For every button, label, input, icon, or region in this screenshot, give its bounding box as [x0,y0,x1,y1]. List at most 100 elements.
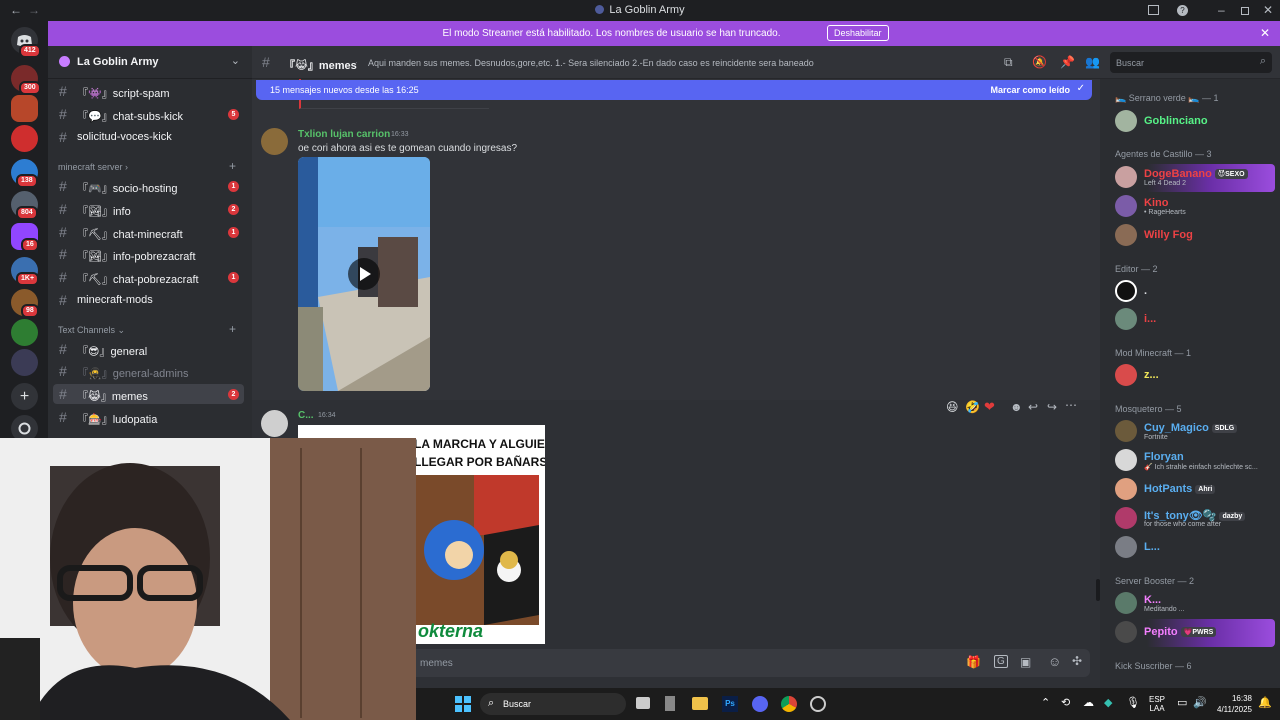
network-icon[interactable]: ▭ [1177,696,1187,709]
add-channel-icon[interactable]: + [229,322,236,336]
new-messages-bar[interactable]: 15 mensajes nuevos desde las 16:25 Marca… [256,80,1092,100]
search-input[interactable]: Buscar ⌕ [1110,52,1272,73]
channel-item[interactable]: # minecraft-mods [53,290,244,310]
file-explorer-icon[interactable] [692,697,708,710]
server-icon[interactable]: 16 [11,223,39,252]
role-header: Agentes de Castillo — 3 [1115,149,1212,159]
reply-icon[interactable]: ↩ [1028,400,1038,414]
server-icon[interactable] [11,95,38,122]
forward-icon[interactable]: ↪ [1047,400,1057,414]
channel-item[interactable]: # 『🎮』socio-hosting 1 [53,176,244,196]
server-icon[interactable]: 1K+ [11,257,40,286]
pinned-messages-icon[interactable]: 📌 [1060,55,1075,69]
member-item[interactable]: HotPants Ahri [1115,476,1275,504]
channel-item[interactable]: # 『😎』general [53,339,244,359]
help-icon[interactable]: ? [1177,5,1188,16]
disable-streamer-button[interactable]: Deshabilitar [827,25,889,41]
task-view-icon[interactable] [636,697,650,709]
close-banner-icon[interactable]: ✕ [1260,26,1270,40]
volume-icon[interactable]: 🔊 [1193,696,1207,709]
category-text-channels[interactable]: Text Channels ⌄ [58,325,125,336]
taskbar-search[interactable]: ⌕ Buscar [480,693,626,715]
member-item[interactable]: Floryan 🎸 Ich strahle einfach schlechte s… [1115,447,1275,475]
member-item[interactable]: DogeBanano 😈SEXO Left 4 Dead 2 [1115,164,1275,192]
gift-icon[interactable]: 🎁 [966,655,981,669]
apps-icon[interactable]: ✣ [1072,654,1082,668]
message-author[interactable]: C... [298,410,314,421]
discord-icon[interactable] [752,696,768,712]
mute-notifications-icon[interactable]: 🔕 [1032,55,1047,69]
channel-item[interactable]: # 『⛏』chat-minecraft 1 [53,222,244,242]
more-options-icon[interactable]: ⋯ [1065,398,1077,412]
reaction-laugh[interactable]: 😆 [946,400,959,414]
channel-item[interactable]: # 『🏞』info-pobrezacraft [53,244,244,264]
maximize-icon[interactable] [1241,7,1249,15]
play-button[interactable] [348,258,380,290]
avatar[interactable] [261,128,288,155]
member-item[interactable]: It's_tony👁🫧 dazby for those who come after [1115,505,1275,533]
chevron-down-icon[interactable]: ⌄ [231,54,240,67]
channel-item[interactable]: # 『💬』chat-subs-kick 5 [53,104,244,124]
language-indicator[interactable]: ESP LAA [1149,695,1165,713]
mark-as-read-button[interactable]: Marcar como leído [990,85,1070,95]
member-item[interactable]: Goblinciano [1115,108,1275,136]
direct-messages-icon[interactable]: 412 [11,27,41,58]
unread-badge: 1 [228,181,239,192]
server-icon[interactable]: 300 [11,65,41,95]
notifications-icon[interactable]: 🔔 [1258,696,1272,709]
channel-item-selected[interactable]: # 『😹』memes 2 [53,384,244,404]
microphone-icon[interactable]: 🎙 [1126,696,1140,709]
minimize-icon[interactable]: – [1218,3,1225,17]
member-item[interactable]: z... [1115,362,1275,390]
channel-item[interactable]: # solicitud-voces-kick [53,127,244,147]
member-item[interactable]: L... [1115,534,1275,562]
message-author[interactable]: Txlion lujan carrion [298,129,390,140]
reaction-rofl[interactable]: 🤣 [965,400,980,414]
member-item[interactable]: Cuy_Magico SDLG Fortnite [1115,418,1275,446]
server-icon[interactable] [11,125,38,152]
member-item[interactable]: . [1115,278,1275,306]
close-icon[interactable]: ✕ [1263,3,1273,17]
sticker-icon[interactable]: ▣ [1020,655,1031,669]
threads-icon[interactable]: ⧉ [1004,55,1013,70]
add-reaction-icon[interactable]: ☻ [1010,400,1023,414]
guild-header[interactable]: La Goblin Army ⌄ [48,46,252,79]
member-list-icon[interactable]: 👥 [1085,55,1100,69]
app-icon[interactable] [810,696,826,712]
windows-start-icon[interactable] [455,696,471,712]
member-item[interactable]: i... [1115,306,1275,334]
app-icon[interactable] [665,696,675,711]
gif-icon[interactable]: G [994,655,1008,668]
photoshop-icon[interactable]: Ps [722,696,738,712]
member-item[interactable]: Kino • RageHearts [1115,193,1275,221]
server-icon[interactable]: 804 [11,191,38,220]
category-minecraft[interactable]: minecraft server › [58,162,128,172]
message-composer[interactable]: memes 🎁 G ▣ ☺ ✣ [404,649,1090,677]
member-item[interactable]: K... Meditando ... [1115,590,1275,618]
video-attachment[interactable] [298,157,430,391]
reaction-heart[interactable]: ❤ [984,399,995,415]
tray-app-icon[interactable]: ⟲ [1061,696,1070,709]
channel-item[interactable]: # 『🏞』info 2 [53,199,244,219]
emoji-icon[interactable]: ☺ [1048,654,1061,669]
channel-item[interactable]: # 『🥷』general-admins [53,361,244,381]
add-channel-icon[interactable]: + [229,159,236,173]
tray-app-icon[interactable]: ◆ [1104,696,1112,709]
channel-item[interactable]: # 『⛏』chat-pobrezacraft 1 [53,267,244,287]
add-server-icon[interactable]: + [11,383,38,410]
member-item[interactable]: Pepito 💗PWRS [1115,619,1275,647]
avatar[interactable] [261,410,288,437]
server-icon[interactable]: 138 [11,159,38,188]
channel-topic[interactable]: Aqui manden sus memes. Desnudos,gore,etc… [368,58,814,68]
member-item[interactable]: Willy Fog [1115,222,1275,250]
channel-item[interactable]: # 『🎰』ludopatia [53,407,244,427]
onedrive-icon[interactable]: ☁ [1083,696,1094,709]
clock[interactable]: 16:38 4/11/2025 [1214,693,1252,715]
inbox-icon[interactable] [1148,5,1159,15]
server-icon[interactable] [11,319,38,346]
chrome-icon[interactable] [781,696,797,712]
server-icon[interactable] [11,349,38,376]
channel-item[interactable]: # 『👾』script-spam [53,81,244,101]
server-icon[interactable]: 98 [11,289,39,318]
tray-chevron-icon[interactable]: ⌃ [1041,696,1050,709]
